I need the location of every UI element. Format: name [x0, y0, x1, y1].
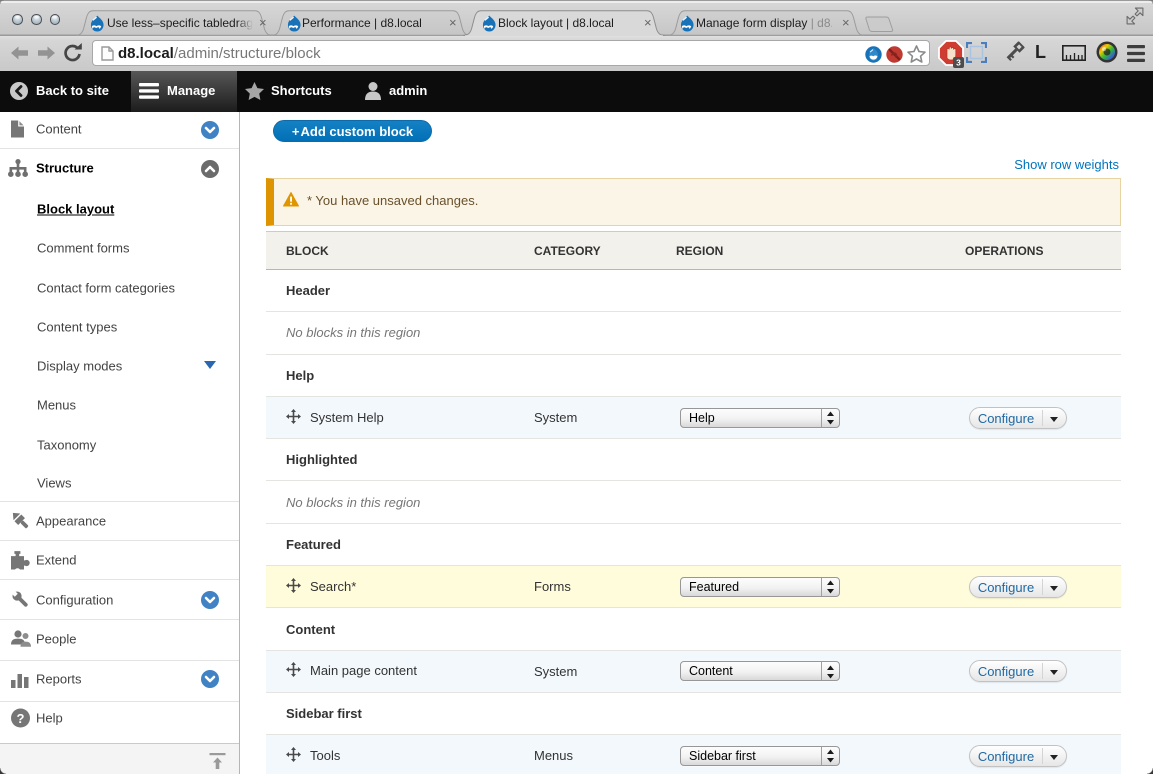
- svg-text:3: 3: [956, 58, 961, 68]
- svg-text:?: ?: [17, 711, 25, 726]
